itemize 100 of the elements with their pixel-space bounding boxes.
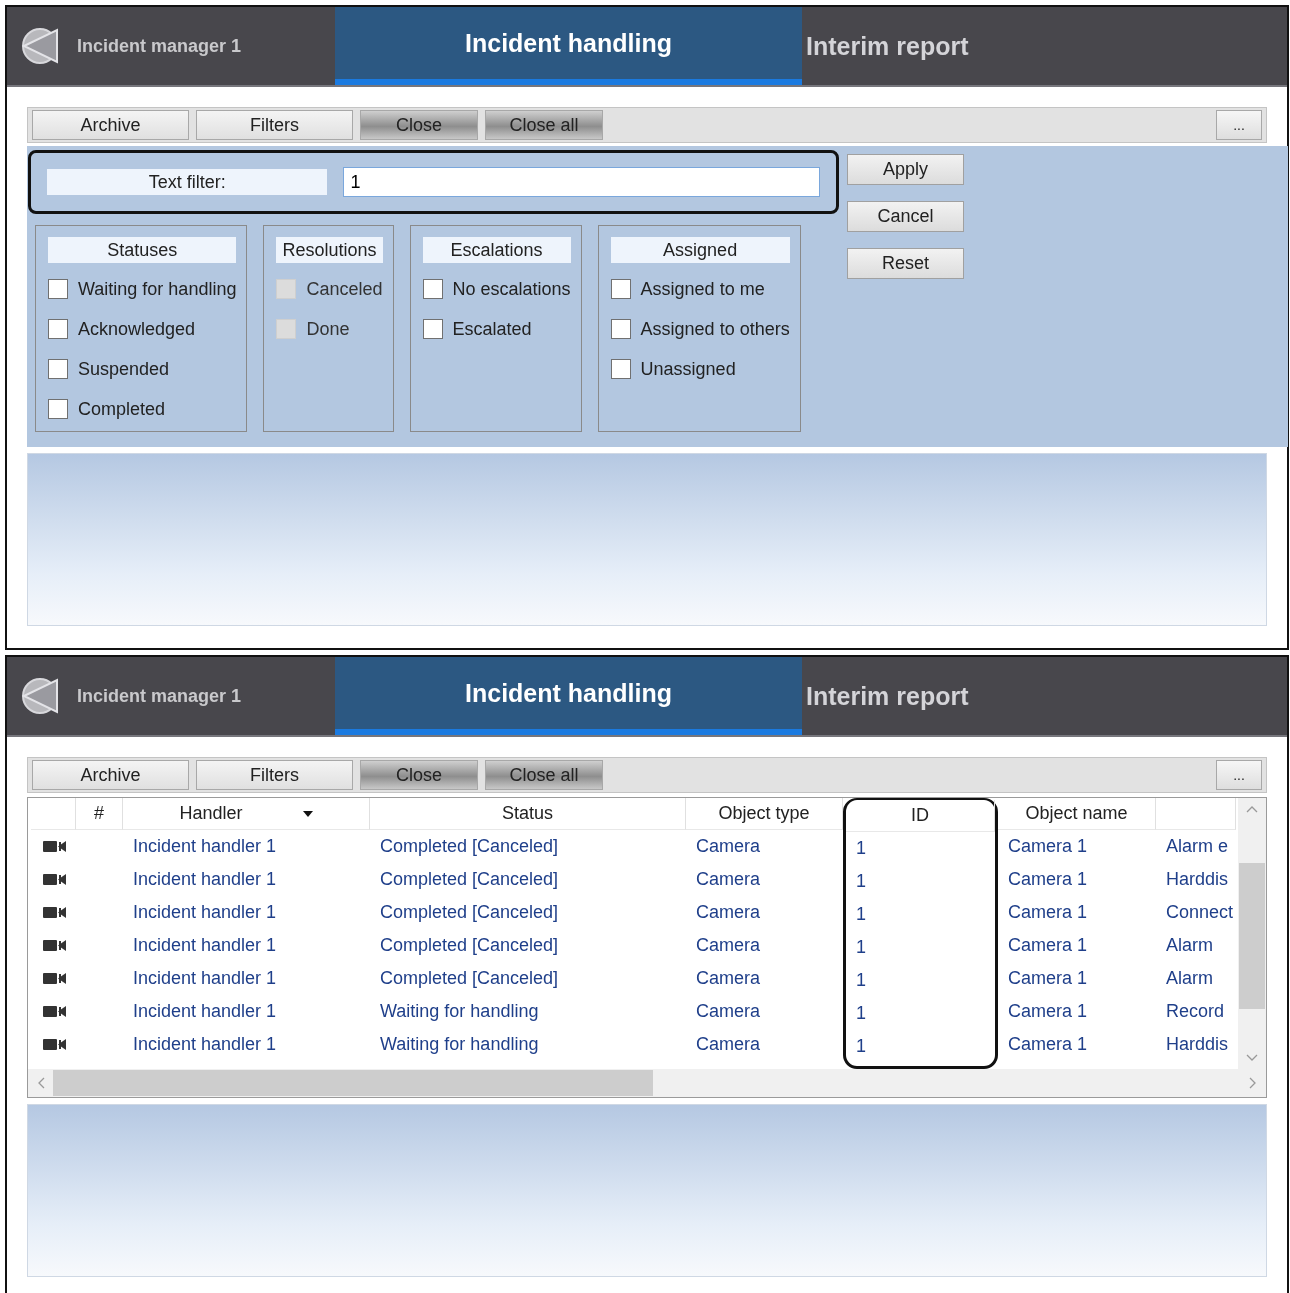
tab[interactable]: Incident handling <box>335 657 802 735</box>
column-header-label: Status <box>502 803 553 824</box>
scroll-right-icon <box>1249 1077 1256 1089</box>
table-cell: Incident handler 1 <box>133 869 277 890</box>
action-button[interactable]: Cancel <box>847 201 964 232</box>
table-cell: Alarm e <box>1166 836 1228 857</box>
table-cell: Completed [Canceled] <box>380 968 559 989</box>
scroll-up-icon <box>1246 806 1258 813</box>
toolbar-button[interactable]: Filters <box>196 760 353 790</box>
table-cell: Harddis <box>1166 869 1229 890</box>
checkbox-label: Waiting for handling <box>78 278 237 300</box>
camera-icon <box>43 905 67 920</box>
table-cell: Incident handler 1 <box>133 1001 277 1022</box>
camera-icon <box>43 1037 67 1052</box>
table-cell: 1 <box>856 1003 866 1024</box>
table-cell: Camera <box>696 935 761 956</box>
column-header-label: Object type <box>718 803 810 824</box>
table-cell: Connect <box>1166 902 1234 923</box>
app-title: Incident manager 1 <box>77 35 242 57</box>
table-cell: Camera 1 <box>1008 935 1088 956</box>
toolbar-button[interactable]: Filters <box>196 110 353 140</box>
more-button[interactable]: ... <box>1216 110 1262 140</box>
column-header[interactable]: Object type <box>686 798 843 830</box>
table-cell: 1 <box>856 937 866 958</box>
checkbox[interactable] <box>48 399 68 419</box>
table-cell: Incident handler 1 <box>133 968 277 989</box>
table-cell: Incident handler 1 <box>133 902 277 923</box>
toolbar-button[interactable]: Archive <box>32 110 189 140</box>
scrollbar-thumb[interactable] <box>53 1070 653 1096</box>
checkbox-label: Canceled <box>306 278 383 300</box>
column-header-label: # <box>94 803 104 824</box>
column-header[interactable]: # <box>76 798 123 830</box>
field-label: Text filter: <box>47 169 328 195</box>
table-cell: Camera 1 <box>1008 902 1088 923</box>
table-cell: Camera <box>696 968 761 989</box>
table-cell: Completed [Canceled] <box>380 836 559 857</box>
table-cell: Completed [Canceled] <box>380 869 559 890</box>
tab[interactable]: Incident handling <box>335 7 802 85</box>
action-button[interactable]: Reset <box>847 248 964 279</box>
table-cell: Camera 1 <box>1008 968 1088 989</box>
scroll-left-icon <box>38 1077 45 1089</box>
checkbox[interactable] <box>610 359 631 379</box>
column-header[interactable]: Object name <box>998 798 1156 830</box>
checkbox[interactable] <box>48 359 68 379</box>
checkbox[interactable] <box>610 279 631 299</box>
table-cell: Alarm <box>1166 968 1213 989</box>
table-cell: Camera 1 <box>1008 836 1088 857</box>
column-header[interactable]: Status <box>370 798 686 830</box>
table-cell: Camera <box>696 836 761 857</box>
table-cell: Camera <box>696 1034 761 1055</box>
checkbox-label: Assigned to others <box>640 318 790 340</box>
toolbar-button[interactable]: Close <box>360 110 478 140</box>
action-button[interactable]: Apply <box>847 154 964 185</box>
table-cell: Camera <box>696 902 761 923</box>
table-cell: Incident handler 1 <box>133 1034 277 1055</box>
checkbox-label: Assigned to me <box>640 278 765 300</box>
checkbox-label: No escalations <box>452 278 571 300</box>
group-title: Statuses <box>48 237 237 263</box>
table-cell: Waiting for handling <box>380 1001 539 1022</box>
table-cell: Completed [Canceled] <box>380 935 559 956</box>
column-header <box>31 798 76 830</box>
checkbox[interactable] <box>48 279 68 299</box>
vertical-scrollbar[interactable] <box>1238 798 1266 1069</box>
toolbar-button[interactable]: Close all <box>485 760 603 790</box>
app-title: Incident manager 1 <box>77 685 242 707</box>
column-header[interactable]: Handler <box>123 798 370 830</box>
checkbox[interactable] <box>610 319 631 339</box>
scrollbar-thumb[interactable] <box>1239 863 1265 1009</box>
checkbox-label: Done <box>306 318 350 340</box>
toolbar-button[interactable]: Archive <box>32 760 189 790</box>
group-title: Assigned <box>610 237 790 263</box>
text-filter-field[interactable]: 1 <box>343 167 820 197</box>
table-cell: Camera <box>696 869 761 890</box>
column-header[interactable]: ID <box>846 800 995 832</box>
toolbar-button[interactable]: Close <box>360 760 478 790</box>
group-title: Resolutions <box>276 237 383 263</box>
table-cell: Alarm <box>1166 935 1213 956</box>
table-cell: Completed [Canceled] <box>380 902 559 923</box>
table-cell: 1 <box>856 1036 866 1057</box>
tab[interactable]: Interim report <box>802 7 969 85</box>
table-cell: Waiting for handling <box>380 1034 539 1055</box>
camera-icon <box>43 971 67 986</box>
table-cell: 1 <box>856 871 866 892</box>
checkbox[interactable] <box>422 319 443 339</box>
more-button[interactable]: ... <box>1216 760 1262 790</box>
camera-icon <box>43 938 67 953</box>
tab[interactable]: Interim report <box>802 657 969 735</box>
table-cell: 1 <box>856 838 866 859</box>
camera-icon <box>43 839 67 854</box>
toolbar-button[interactable]: Close all <box>485 110 603 140</box>
table-cell: 1 <box>856 970 866 991</box>
column-header-label: Object name <box>1025 803 1128 824</box>
horizontal-scrollbar[interactable] <box>28 1069 1266 1097</box>
table-cell: Camera <box>696 1001 761 1022</box>
checkbox-label: Completed <box>78 398 166 420</box>
camera-icon <box>43 872 67 887</box>
app-logo-icon <box>21 677 61 715</box>
checkbox[interactable] <box>48 319 68 339</box>
table-cell: Camera 1 <box>1008 1001 1088 1022</box>
checkbox[interactable] <box>422 279 443 299</box>
